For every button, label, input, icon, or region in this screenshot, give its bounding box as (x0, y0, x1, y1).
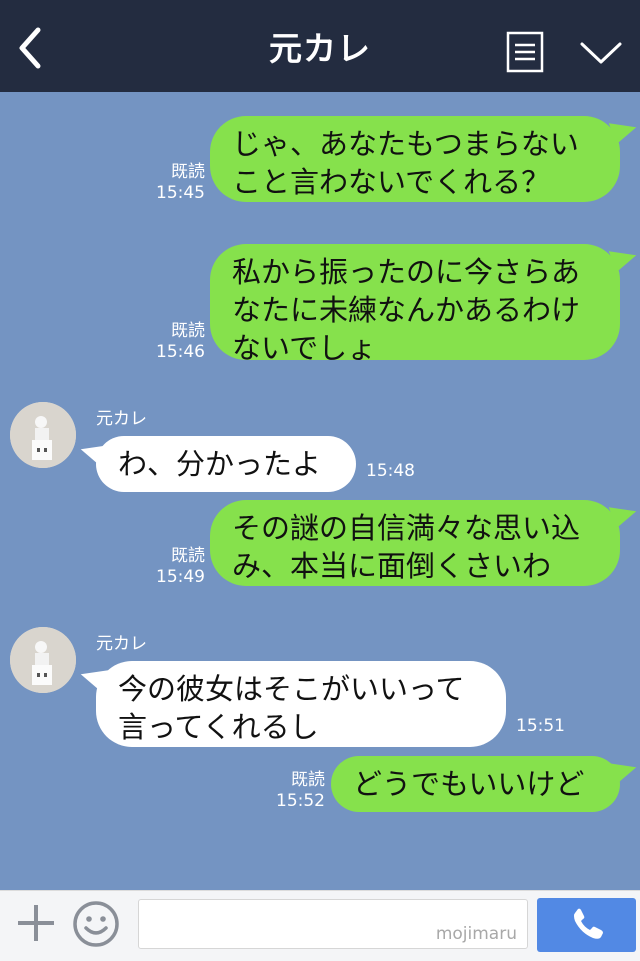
message-bubble-incoming[interactable]: わ、分かったよ (96, 436, 356, 492)
message-line: 言ってくれるし (118, 710, 319, 744)
message-bubble-outgoing[interactable]: じゃ、あなたもつまらない こと言わないでくれる？ (210, 116, 620, 202)
avatar[interactable] (10, 627, 76, 693)
message-line: じゃ、あなたもつまらない (232, 127, 579, 161)
emoji-button[interactable] (72, 900, 120, 948)
message-line: 今の彼女はそこがいいって (118, 672, 465, 706)
message-line: み、本当に面倒くさいわ (232, 549, 552, 583)
expand-button[interactable] (578, 38, 624, 68)
message-meta: 既読 15:45 (150, 162, 205, 204)
message-line: なたに未練なんかあるわけ (232, 293, 581, 327)
message-time: 15:46 (156, 342, 205, 362)
message-bubble-outgoing[interactable]: どうでもいいけど (331, 756, 620, 812)
message-line: どうでもいいけど (353, 767, 585, 801)
message-bubble-incoming[interactable]: 今の彼女はそこがいいって 言ってくれるし (96, 661, 506, 747)
plus-icon (18, 905, 54, 941)
message-time: 15:45 (156, 183, 205, 203)
input-bar: mojimaru (0, 890, 640, 961)
call-button[interactable] (537, 898, 636, 952)
menu-icon (506, 31, 544, 73)
sender-name: 元カレ (96, 409, 147, 429)
message-line: その謎の自信満々な思い込 (232, 511, 581, 545)
read-receipt: 既読 (171, 162, 205, 182)
chat-title: 元カレ (269, 29, 371, 68)
message-time: 15:49 (156, 567, 205, 587)
message-line: こと言わないでくれる？ (232, 165, 551, 199)
message-time: 15:48 (366, 461, 415, 481)
message-time: 15:51 (516, 716, 565, 736)
read-receipt: 既読 (291, 770, 325, 790)
sender-name: 元カレ (96, 634, 147, 654)
message-meta: 既読 15:46 (150, 321, 205, 363)
message-meta: 既読 15:49 (150, 546, 205, 588)
chat-header: 元カレ (0, 0, 640, 92)
menu-button[interactable] (506, 31, 544, 73)
message-line: 私から振ったのに今さらあ (232, 255, 581, 289)
message-bubble-outgoing[interactable]: その謎の自信満々な思い込 み、本当に面倒くさいわ (210, 500, 620, 586)
read-receipt: 既読 (171, 546, 205, 566)
watermark-text: mojimaru (435, 924, 517, 944)
read-receipt: 既読 (171, 321, 205, 341)
message-meta: 既読 15:52 (270, 770, 325, 812)
phone-icon (574, 908, 603, 939)
avatar-figure-icon (10, 627, 76, 693)
avatar-figure-icon (10, 402, 76, 468)
avatar[interactable] (10, 402, 76, 468)
add-button[interactable] (14, 901, 58, 945)
message-line: わ、分かったよ (118, 447, 322, 481)
smiley-icon (73, 901, 119, 947)
message-input[interactable]: mojimaru (138, 899, 528, 949)
chevron-down-icon (580, 42, 622, 64)
message-line: ないでしょ (232, 331, 377, 365)
message-time: 15:52 (276, 791, 325, 811)
message-bubble-outgoing[interactable]: 私から振ったのに今さらあ なたに未練なんかあるわけ ないでしょ (210, 244, 620, 365)
